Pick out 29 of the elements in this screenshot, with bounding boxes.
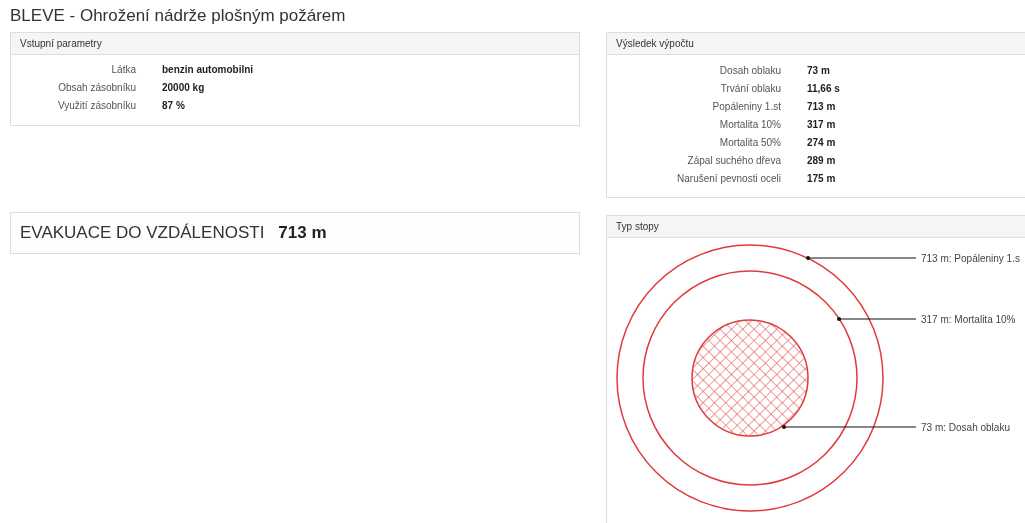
field-value: 11,66 s (807, 82, 841, 96)
field-value: 317 m (807, 118, 837, 132)
panel-heading: Výsledek výpočtu (607, 33, 1025, 55)
zone-label: 713 m: Popáleniny 1.s (921, 253, 1020, 264)
field-label: Dosah oblaku (718, 64, 781, 78)
field-value: benzin automobilni (162, 63, 255, 77)
field-value: 73 m (807, 64, 831, 78)
field-label: Narušení pevnosti oceli (676, 172, 781, 186)
panel-heading: Vstupní parametry (11, 33, 579, 55)
field-value: 274 m (807, 136, 837, 150)
field-label: Popáleniny 1.st (711, 100, 781, 114)
field-value: 87 % (162, 99, 186, 113)
field-label: Mortalita 50% (718, 136, 781, 150)
field-label: Zápal suchého dřeva (686, 154, 781, 168)
field-label: Obsah zásobníku (57, 81, 136, 95)
panel-heading: Typ stopy (607, 216, 1025, 238)
zone-label: 317 m: Mortalita 10% (921, 314, 1016, 325)
field-value: 289 m (807, 154, 837, 168)
field-label: Využití zásobníku (57, 99, 136, 113)
field-value: 20000 kg (162, 81, 206, 95)
field-label: Látka (110, 63, 136, 77)
field-value: 713 m (807, 100, 837, 114)
evacuation-value: 713 m (278, 223, 327, 243)
page-title: BLEVE - Ohrožení nádrže plošným požárem (10, 6, 347, 26)
field-label: Trvání oblaku (719, 82, 781, 96)
zone-label: 73 m: Dosah oblaku (921, 422, 1010, 433)
field-label: Mortalita 10% (718, 118, 781, 132)
field-value: 175 m (807, 172, 837, 186)
evacuation-label: EVAKUACE DO VZDÁLENOSTI (20, 223, 265, 243)
